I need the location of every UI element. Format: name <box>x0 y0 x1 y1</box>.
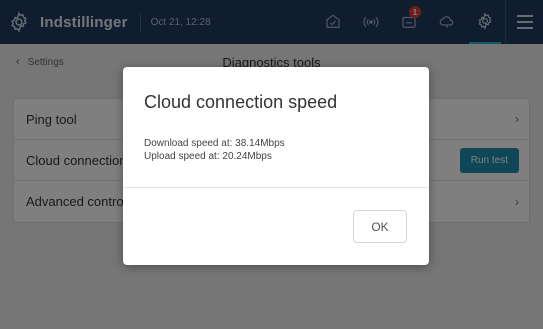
upload-speed-text: Upload speed at: 20.24Mbps <box>144 151 272 162</box>
dialog-title: Cloud connection speed <box>144 92 338 112</box>
dialog-body: Download speed at: 38.14Mbps Upload spee… <box>144 137 285 163</box>
dialog-divider <box>123 187 429 188</box>
speed-result-dialog: Cloud connection speed Download speed at… <box>123 67 429 265</box>
download-speed-text: Download speed at: 38.14Mbps <box>144 138 285 149</box>
ok-button[interactable]: OK <box>353 210 407 243</box>
